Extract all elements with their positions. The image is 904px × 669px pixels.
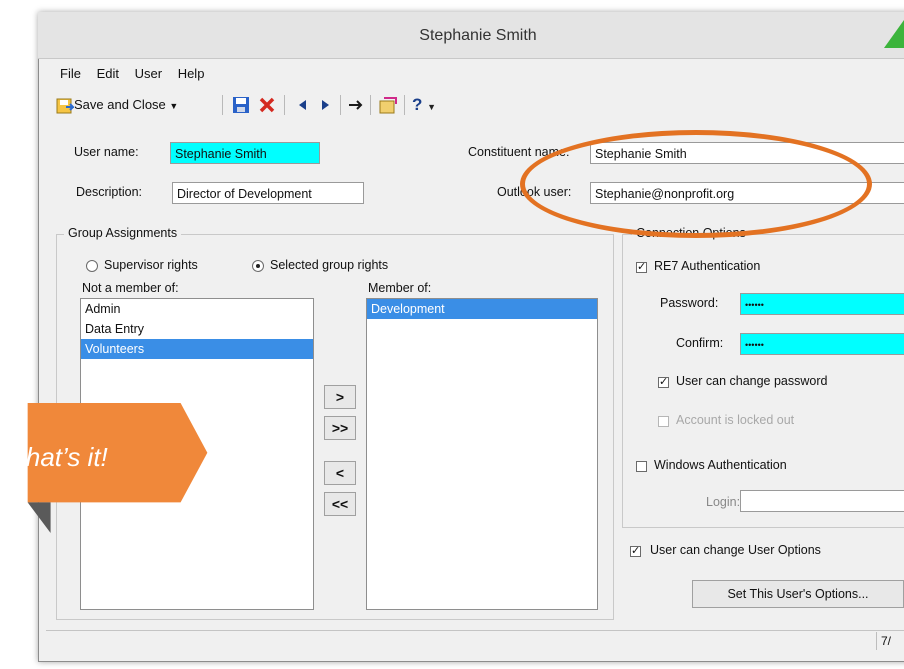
- check-icon: ✓: [631, 545, 641, 557]
- account-locked-checkbox: [658, 416, 669, 427]
- user-can-change-password-label: User can change password: [676, 374, 828, 388]
- description-label: Description:: [76, 185, 142, 199]
- check-icon: ✓: [637, 261, 647, 273]
- toolbar-separator: [284, 95, 285, 115]
- description-input[interactable]: Director of Development: [172, 182, 364, 204]
- re7-auth-checkbox[interactable]: ✓: [636, 262, 647, 273]
- password-input[interactable]: ••••••: [740, 293, 904, 315]
- window-title: Stephanie Smith: [38, 12, 904, 59]
- save-close-icon: [56, 98, 76, 114]
- menu-file[interactable]: File: [60, 66, 81, 81]
- member-of-list[interactable]: Development: [366, 298, 598, 610]
- remove-all-groups-button[interactable]: <<: [324, 492, 356, 516]
- not-member-label: Not a member of:: [82, 281, 179, 295]
- list-item[interactable]: Development: [367, 299, 597, 319]
- selected-group-rights-label: Selected group rights: [270, 258, 389, 272]
- password-label: Password:: [660, 296, 719, 310]
- add-all-groups-button[interactable]: >>: [324, 416, 356, 440]
- help-button[interactable]: ? ▼: [412, 92, 436, 118]
- remove-group-button[interactable]: <: [324, 461, 356, 485]
- windows-auth-checkbox[interactable]: [636, 461, 647, 472]
- save-icon[interactable]: [232, 96, 250, 114]
- previous-icon[interactable]: [296, 98, 310, 112]
- save-and-close-button[interactable]: Save and Close ▼: [56, 92, 178, 118]
- toolbar: Save and Close ▼ ? ▼: [56, 92, 536, 118]
- login-label: Login:: [706, 495, 741, 509]
- toolbar-separator: [222, 95, 223, 115]
- re7-auth-label: RE7 Authentication: [654, 259, 761, 273]
- list-item[interactable]: Volunteers: [81, 339, 313, 359]
- highlight-oval: [520, 130, 872, 238]
- group-assignments-legend: Group Assignments: [64, 226, 182, 240]
- save-close-label: Save and Close: [74, 97, 166, 112]
- delete-icon[interactable]: [258, 96, 276, 114]
- member-of-label: Member of:: [368, 281, 432, 295]
- windows-auth-label: Windows Authentication: [654, 458, 787, 472]
- supervisor-rights-label: Supervisor rights: [104, 258, 198, 272]
- goto-arrow-icon[interactable]: [348, 98, 364, 112]
- set-user-options-button[interactable]: Set This User's Options...: [692, 580, 904, 608]
- status-page: 7/: [876, 632, 904, 650]
- menu-edit[interactable]: Edit: [97, 66, 119, 81]
- menu-help[interactable]: Help: [178, 66, 205, 81]
- menu-user[interactable]: User: [135, 66, 162, 81]
- green-arrow-icon: [884, 20, 904, 48]
- supervisor-rights-radio[interactable]: [86, 260, 98, 272]
- list-item[interactable]: Data Entry: [81, 319, 313, 339]
- dropdown-arrow-icon: ▼: [427, 102, 437, 112]
- login-input[interactable]: [740, 490, 904, 512]
- dropdown-arrow-icon: ▼: [169, 101, 179, 111]
- selected-group-rights-radio[interactable]: [252, 260, 264, 272]
- confirm-label: Confirm:: [676, 336, 724, 350]
- user-can-change-options-label: User can change User Options: [650, 543, 821, 557]
- user-can-change-options-checkbox[interactable]: ✓: [630, 546, 641, 557]
- toolbar-separator: [340, 95, 341, 115]
- help-icon: ?: [412, 95, 423, 114]
- toolbar-separator: [404, 95, 405, 115]
- status-bar: [46, 630, 904, 653]
- user-name-label: User name:: [74, 145, 139, 159]
- next-icon[interactable]: [318, 98, 332, 112]
- confirm-input[interactable]: ••••••: [740, 333, 904, 355]
- toolbar-separator: [370, 95, 371, 115]
- add-group-button[interactable]: >: [324, 385, 356, 409]
- list-item[interactable]: Admin: [81, 299, 313, 319]
- menu-bar: File Edit User Help: [60, 66, 216, 81]
- check-icon: ✓: [659, 376, 669, 388]
- properties-icon[interactable]: [378, 95, 398, 115]
- user-name-input[interactable]: Stephanie Smith: [170, 142, 320, 164]
- user-can-change-password-checkbox[interactable]: ✓: [658, 377, 669, 388]
- callout-text: That’s it!: [10, 442, 108, 472]
- account-locked-label: Account is locked out: [676, 413, 795, 427]
